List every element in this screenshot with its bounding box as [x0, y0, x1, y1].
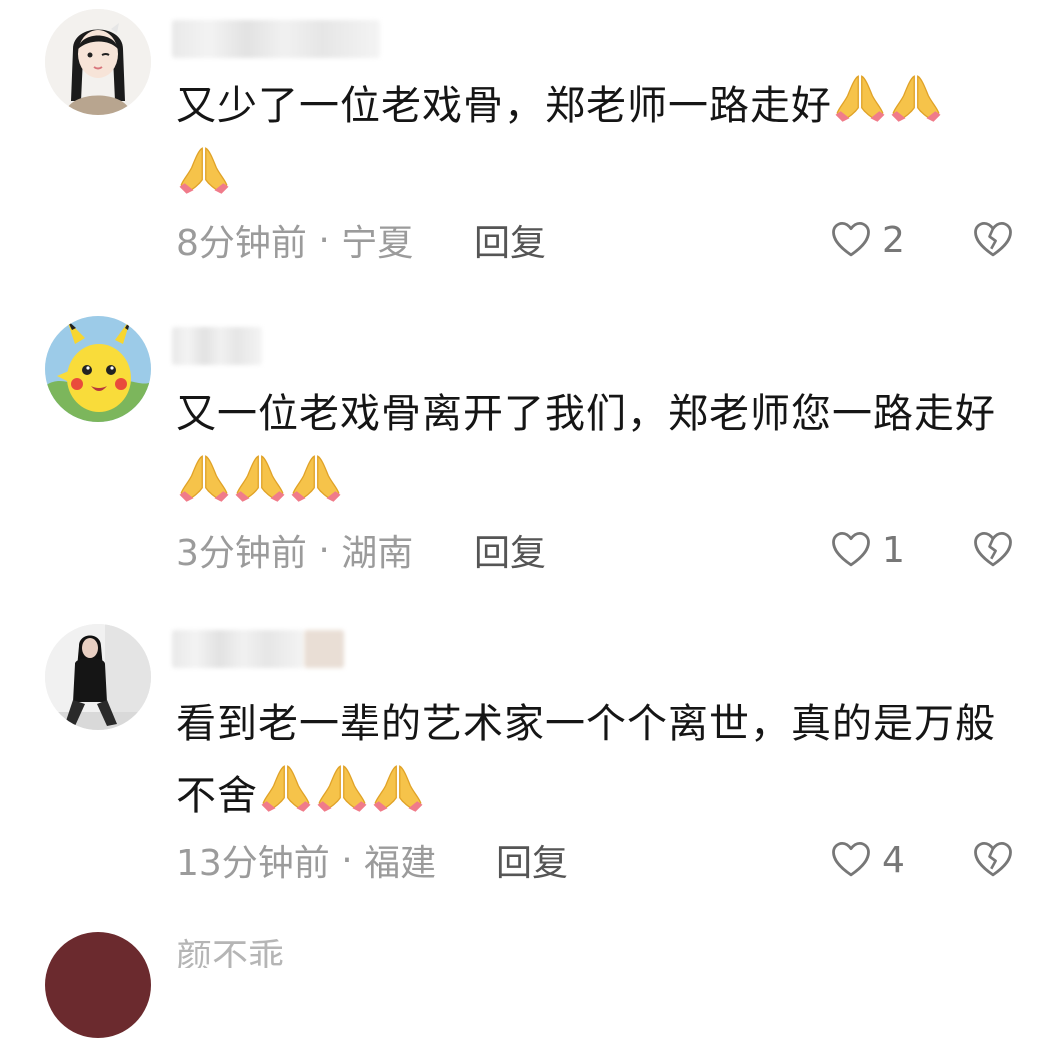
comment-text: 看到老一辈的艺术家一个个离世，真的是万般不舍 [176, 701, 996, 819]
comment-location: 宁夏 [341, 223, 414, 264]
reply-button[interactable]: 回复 [474, 215, 546, 265]
reply-button[interactable]: 回复 [474, 525, 546, 575]
comment-time: 8分钟前 [176, 223, 307, 264]
dislike-button[interactable] [972, 525, 1014, 575]
folded-hands-emoji [314, 761, 370, 817]
broken-heart-icon [972, 529, 1014, 571]
username-blurred[interactable] [172, 628, 344, 670]
folded-hands-emoji [176, 143, 232, 199]
broken-heart-icon [972, 219, 1014, 261]
heart-outline-icon [830, 219, 872, 261]
like-count: 2 [882, 219, 905, 261]
heart-outline-icon [830, 529, 872, 571]
heart-outline-icon [830, 839, 872, 881]
like-button[interactable]: 1 [830, 525, 905, 575]
comment-location: 湖南 [341, 533, 414, 574]
broken-heart-icon [972, 839, 1014, 881]
username-blurred[interactable] [172, 18, 380, 60]
pikachu-avatar[interactable] [45, 316, 151, 422]
partial-avatar[interactable] [45, 932, 151, 1038]
folded-hands-emoji [176, 451, 232, 507]
comment-time: 3分钟前 [176, 533, 307, 574]
meta-separator: · [306, 219, 342, 261]
partial-username[interactable]: 颜不乖 [176, 928, 284, 968]
dislike-button[interactable] [972, 215, 1014, 265]
like-button[interactable]: 4 [830, 835, 905, 885]
folded-hands-emoji [370, 761, 426, 817]
comment-meta: 3分钟前 · 湖南 [176, 525, 413, 575]
woman-photo-avatar[interactable] [45, 624, 151, 730]
comment-text: 又少了一位老戏骨，郑老师一路走好 [176, 70, 1021, 214]
folded-hands-emoji [232, 451, 288, 507]
like-count: 1 [882, 529, 905, 571]
meta-separator: · [306, 529, 342, 571]
girl-avatar[interactable] [45, 9, 151, 115]
username-blurred[interactable] [172, 325, 262, 367]
comment-meta: 8分钟前 · 宁夏 [176, 215, 413, 265]
meta-separator: · [329, 839, 365, 881]
like-count: 4 [882, 839, 905, 881]
reply-button[interactable]: 回复 [496, 835, 568, 885]
like-button[interactable]: 2 [830, 215, 905, 265]
comment-time: 13分钟前 [176, 843, 330, 884]
comment-meta: 13分钟前 · 福建 [176, 835, 436, 885]
folded-hands-emoji [288, 451, 344, 507]
folded-hands-emoji [258, 761, 314, 817]
comment-location: 福建 [364, 843, 437, 884]
dislike-button[interactable] [972, 835, 1014, 885]
comment-text: 又一位老戏骨离开了我们，郑老师您一路走好 [176, 378, 1021, 522]
folded-hands-emoji [888, 71, 944, 127]
folded-hands-emoji [832, 71, 888, 127]
